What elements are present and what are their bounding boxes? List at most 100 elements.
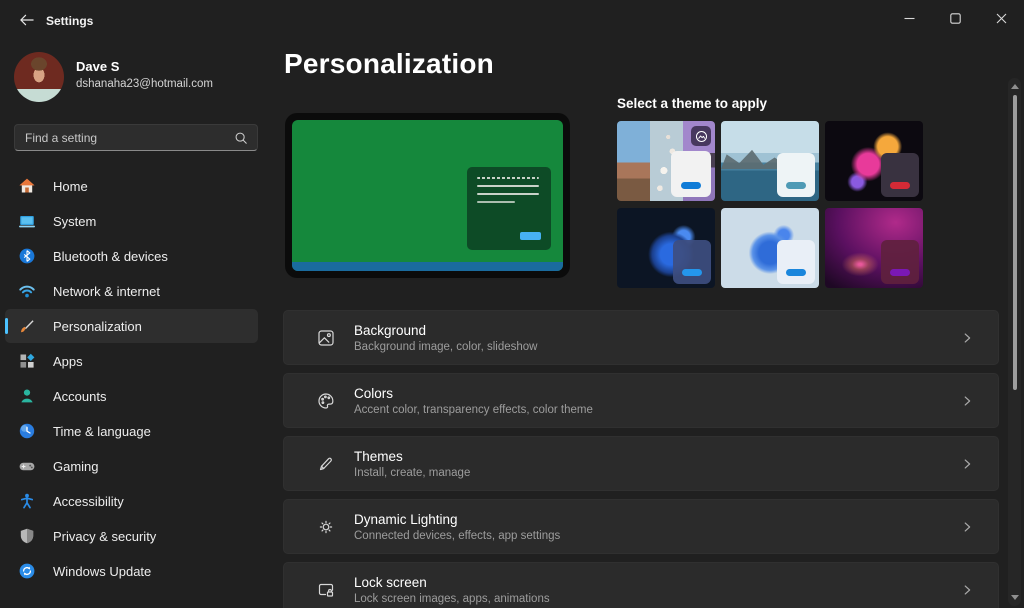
theme-preview-desktop (292, 120, 563, 271)
titlebar: Settings (0, 0, 1024, 40)
settings-rows: Background Background image, color, slid… (283, 310, 999, 608)
accessibility-icon (18, 492, 36, 510)
row-dynamic-lighting[interactable]: Dynamic Lighting Connected devices, effe… (283, 499, 999, 554)
avatar (14, 52, 64, 102)
sidebar-item-accessibility[interactable]: Accessibility (5, 484, 258, 518)
sidebar-item-label: Bluetooth & devices (53, 248, 168, 264)
page-title: Personalization (284, 48, 494, 79)
system-icon (18, 212, 36, 230)
row-title: Themes (354, 448, 403, 464)
sidebar-item-label: Accessibility (53, 493, 124, 509)
themes-icon (316, 454, 336, 474)
spotlight-badge-icon (691, 126, 711, 146)
row-title: Background (354, 322, 427, 338)
sidebar-item-label: Windows Update (53, 563, 152, 579)
sidebar-item-label: Gaming (53, 458, 99, 474)
background-icon (316, 328, 336, 348)
sidebar-item-label: Home (53, 178, 88, 194)
search-input[interactable] (15, 130, 234, 145)
close-button[interactable] (978, 0, 1024, 36)
chevron-right-icon (960, 583, 974, 597)
sidebar-item-personalization[interactable]: Personalization (5, 309, 258, 343)
window-controls (886, 0, 1024, 36)
chevron-right-icon (960, 331, 974, 345)
row-title: Lock screen (354, 574, 427, 590)
back-arrow-icon (19, 14, 34, 26)
sidebar-item-label: Accounts (53, 388, 107, 404)
theme-picker-heading: Select a theme to apply (617, 96, 768, 111)
row-subtitle: Background image, color, slideshow (354, 340, 538, 353)
settings-window: Settings Dave S dshanaha23@hotmail.com H… (0, 0, 1024, 608)
chevron-right-icon (960, 457, 974, 471)
scrollbar-thumb[interactable] (1012, 95, 1017, 390)
theme-picker-grid (617, 121, 923, 288)
sidebar-item-gaming[interactable]: Gaming (5, 449, 258, 483)
sidebar-item-home[interactable]: Home (5, 169, 258, 203)
home-icon (18, 177, 36, 195)
sidebar-item-time-language[interactable]: Time & language (5, 414, 258, 448)
row-title: Colors (354, 385, 394, 401)
theme-thumbnail-bloom-dark[interactable] (617, 208, 715, 288)
sidebar-item-label: Apps (53, 353, 83, 369)
sidebar-item-system[interactable]: System (5, 204, 258, 238)
network-icon (18, 282, 36, 300)
sidebar-item-network[interactable]: Network & internet (5, 274, 258, 308)
app-title: Settings (46, 14, 94, 28)
theme-thumbnail-dark-flower[interactable] (825, 121, 923, 201)
theme-thumbnail-landscape[interactable] (721, 121, 819, 201)
row-lock-screen[interactable]: Lock screen Lock screen images, apps, an… (283, 562, 999, 608)
row-subtitle: Connected devices, effects, app settings (354, 529, 561, 542)
sidebar-item-label: System (53, 213, 97, 229)
apps-icon (18, 352, 36, 370)
dynamic-lighting-icon (316, 517, 336, 537)
chevron-right-icon (960, 394, 974, 408)
row-colors[interactable]: Colors Accent color, transparency effect… (283, 373, 999, 428)
chevron-right-icon (960, 520, 974, 534)
row-subtitle: Accent color, transparency effects, colo… (354, 403, 593, 416)
minimize-icon (904, 17, 914, 19)
theme-thumbnail-purple-glow[interactable] (825, 208, 923, 288)
time-language-icon (18, 422, 36, 440)
privacy-icon (18, 527, 36, 545)
user-name: Dave S (76, 59, 120, 74)
windows-update-icon (18, 562, 36, 580)
sidebar-item-privacy-security[interactable]: Privacy & security (5, 519, 258, 553)
gaming-icon (18, 457, 36, 475)
lock-screen-icon (316, 580, 336, 600)
sidebar-item-label: Privacy & security (53, 528, 157, 544)
sidebar-item-apps[interactable]: Apps (5, 344, 258, 378)
theme-thumbnail-spotlight[interactable] (617, 121, 715, 201)
maximize-button[interactable] (932, 0, 978, 36)
bluetooth-icon (18, 247, 36, 265)
accounts-icon (18, 387, 36, 405)
sidebar-item-label: Time & language (53, 423, 151, 439)
maximize-icon (949, 12, 961, 24)
user-email: dshanaha23@hotmail.com (76, 78, 213, 90)
row-themes[interactable]: Themes Install, create, manage (283, 436, 999, 491)
preview-taskbar (292, 262, 563, 271)
search-box (14, 124, 258, 151)
row-subtitle: Lock screen images, apps, animations (354, 592, 550, 605)
scroll-up-arrow-icon[interactable] (1010, 84, 1019, 89)
search-icon[interactable] (234, 131, 248, 145)
sidebar-item-accounts[interactable]: Accounts (5, 379, 258, 413)
sidebar-item-label: Network & internet (53, 283, 160, 299)
preview-accent-button (520, 232, 541, 240)
sidebar-nav: Home System Bluetooth & devices Network … (5, 169, 258, 589)
back-button[interactable] (10, 8, 42, 32)
colors-icon (316, 391, 336, 411)
row-subtitle: Install, create, manage (354, 466, 471, 479)
row-background[interactable]: Background Background image, color, slid… (283, 310, 999, 365)
scrollbar (1008, 78, 1021, 606)
preview-window-card (467, 167, 551, 250)
sidebar-item-label: Personalization (53, 318, 142, 334)
sidebar-item-bluetooth[interactable]: Bluetooth & devices (5, 239, 258, 273)
row-title: Dynamic Lighting (354, 511, 458, 527)
theme-thumbnail-bloom-light[interactable] (721, 208, 819, 288)
sidebar-item-windows-update[interactable]: Windows Update (5, 554, 258, 588)
close-icon (996, 13, 1006, 23)
minimize-button[interactable] (886, 0, 932, 36)
scroll-down-arrow-icon[interactable] (1010, 595, 1019, 600)
theme-preview-monitor (285, 113, 570, 278)
personalization-icon (18, 317, 36, 335)
